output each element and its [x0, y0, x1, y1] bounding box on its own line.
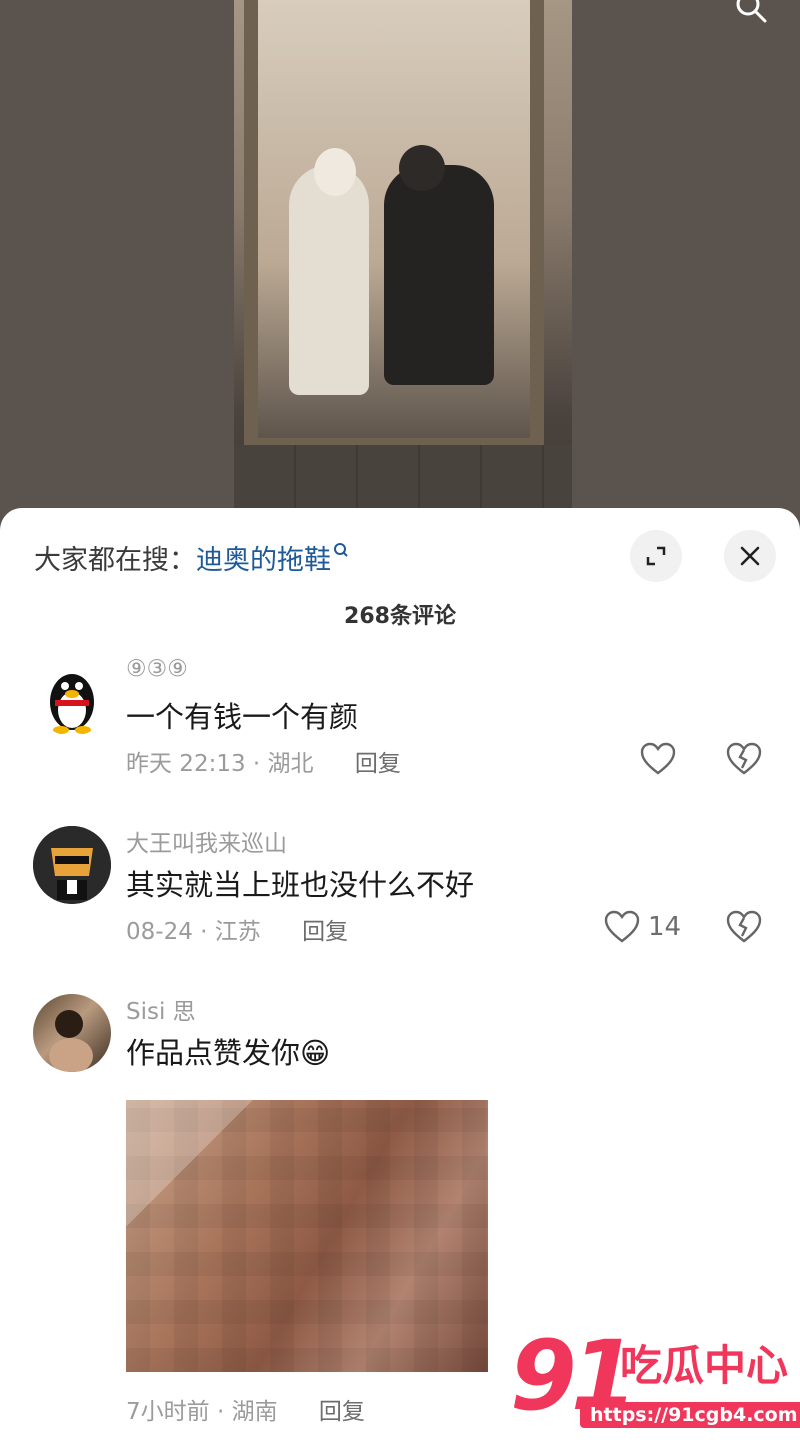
comment-image[interactable] — [126, 1100, 488, 1372]
video-background[interactable] — [0, 0, 800, 515]
head-right — [399, 145, 445, 191]
comment-location: 湖南 — [231, 1399, 278, 1425]
comment-username[interactable]: 大王叫我来巡山 — [126, 824, 287, 858]
close-icon — [740, 546, 760, 566]
heart-icon — [604, 910, 640, 943]
heart-icon — [640, 742, 676, 775]
comment-text: 其实就当上班也没什么不好 — [126, 868, 475, 902]
comment-text: 作品点赞发你😁 — [126, 1036, 331, 1070]
comment-location: 湖北 — [267, 751, 314, 777]
penguin-icon — [50, 674, 94, 734]
watermark: 91 吃瓜中心 https://91cgb4.com — [510, 1320, 800, 1440]
comment-username[interactable]: Sisi 思 — [126, 992, 196, 1026]
like-count: 14 — [648, 912, 682, 942]
like-button[interactable]: 14 — [604, 910, 681, 944]
avatar[interactable] — [33, 994, 111, 1072]
close-button[interactable] — [724, 530, 776, 582]
avatar[interactable] — [33, 658, 111, 736]
user-photo-icon — [49, 1010, 93, 1072]
broken-heart-icon — [726, 910, 762, 943]
video-thumbnail[interactable] — [234, 0, 572, 515]
trending-search: 大家都在搜：迪奥的拖鞋 — [34, 538, 349, 577]
broken-heart-icon — [726, 742, 762, 775]
watermark-url: https://91cgb4.com — [580, 1402, 800, 1428]
person-right — [384, 165, 494, 385]
search-icon[interactable] — [734, 0, 768, 24]
reply-button[interactable]: 回复 — [355, 751, 401, 777]
floor — [234, 445, 572, 515]
trending-search-link[interactable]: 迪奥的拖鞋 — [196, 543, 349, 576]
comment-text: 一个有钱一个有颜 — [126, 700, 359, 734]
avatar[interactable] — [33, 826, 111, 904]
comment-location: 江苏 — [214, 919, 261, 945]
head-left — [314, 148, 356, 196]
person-left — [289, 165, 369, 395]
comment-meta: 08-24 · 江苏 回复 — [126, 919, 349, 945]
comment-sheet: 大家都在搜：迪奥的拖鞋 268条评论 ⑨③⑨ 一个有钱一个有颜 昨天 22:13… — [0, 508, 800, 1452]
dislike-button[interactable] — [726, 910, 762, 948]
comment-meta: 7小时前 · 湖南 回复 — [126, 1399, 365, 1425]
comment-time: 昨天 22:13 — [126, 751, 246, 777]
cartoon-face-icon — [33, 826, 111, 904]
dislike-button[interactable] — [726, 742, 762, 780]
reply-button[interactable]: 回复 — [319, 1399, 365, 1425]
comment-time: 08-24 — [126, 919, 193, 945]
comment-username[interactable]: ⑨③⑨ — [126, 656, 188, 682]
reply-button[interactable]: 回复 — [302, 919, 348, 945]
comment-count: 268条评论 — [344, 604, 456, 629]
expand-icon — [646, 546, 666, 566]
watermark-name: 吃瓜中心 — [620, 1341, 789, 1390]
like-button[interactable] — [640, 742, 676, 776]
expand-button[interactable] — [630, 530, 682, 582]
comment-meta: 昨天 22:13 · 湖北 回复 — [126, 751, 401, 777]
trending-search-label: 大家都在搜： — [34, 545, 196, 576]
comment-time: 7小时前 — [126, 1399, 210, 1425]
search-small-icon — [334, 543, 348, 557]
